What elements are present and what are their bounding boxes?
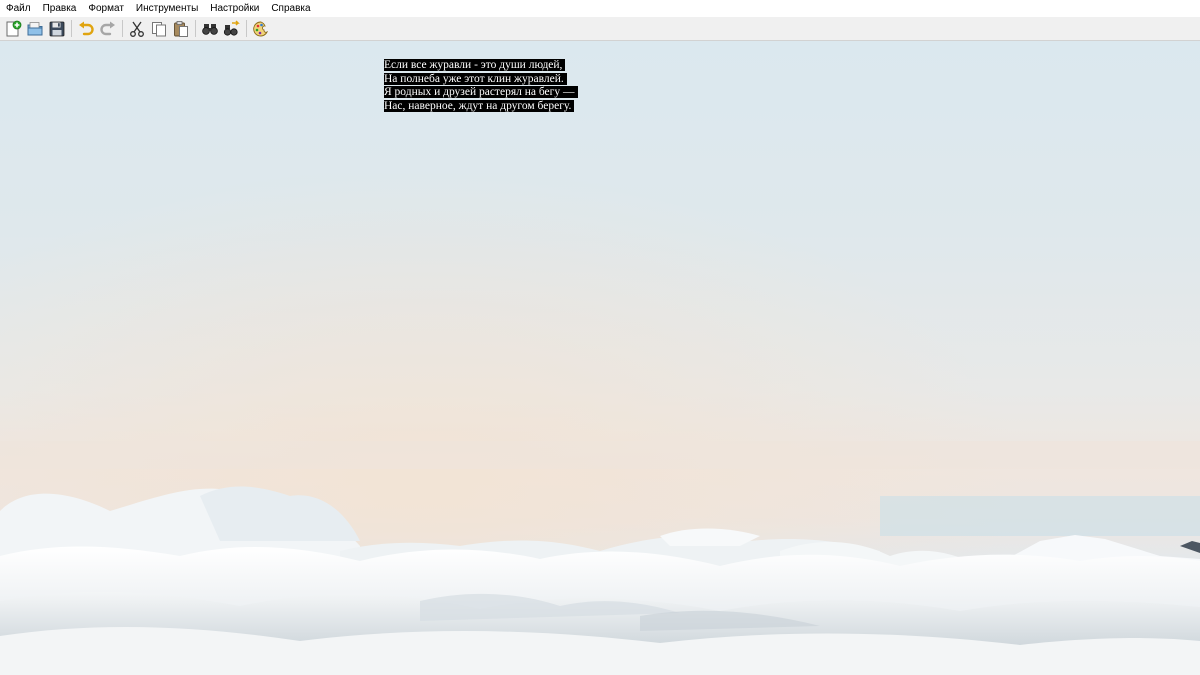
copy-icon <box>152 21 166 36</box>
toolbar-separator <box>122 20 123 37</box>
toolbar-separator <box>246 20 247 37</box>
paste-icon <box>174 20 188 37</box>
undo-icon <box>79 21 94 35</box>
color-palette-button[interactable] <box>250 18 272 40</box>
menu-format[interactable]: Формат <box>82 0 130 17</box>
save-icon <box>49 21 65 36</box>
text-line: Если все журавли - это души людей, <box>384 59 578 73</box>
copy-button[interactable] <box>148 18 170 40</box>
cut-icon <box>130 21 144 37</box>
menu-tools[interactable]: Инструменты <box>130 0 204 17</box>
save-button[interactable] <box>46 18 68 40</box>
find-icon <box>202 23 218 35</box>
menu-settings[interactable]: Настройки <box>204 0 265 17</box>
editor-canvas[interactable]: Если все журавли - это души людей, На по… <box>0 41 1200 675</box>
menu-bar: Файл Правка Формат Инструменты Настройки… <box>0 0 1200 17</box>
new-document-button[interactable] <box>2 18 24 40</box>
selected-text[interactable]: Нас, наверное, ждут на другом берегу. <box>384 99 575 112</box>
redo-icon <box>100 21 115 35</box>
application-window: Файл Правка Формат Инструменты Настройки… <box>0 0 1200 675</box>
toolbar-separator <box>195 20 196 37</box>
selected-text[interactable]: Я родных и друзей растерял на бегу — <box>384 86 578 99</box>
text-line: Я родных и друзей растерял на бегу — <box>384 86 578 100</box>
replace-button[interactable] <box>221 18 243 40</box>
color-palette-icon <box>253 21 269 36</box>
toolbar <box>0 17 1200 41</box>
menu-file[interactable]: Файл <box>0 0 37 17</box>
selected-text[interactable]: Если все журавли - это души людей, <box>384 59 566 71</box>
redo-button[interactable] <box>97 18 119 40</box>
replace-icon <box>223 19 240 36</box>
undo-button[interactable] <box>75 18 97 40</box>
open-file-icon <box>27 21 43 35</box>
open-file-button[interactable] <box>24 18 46 40</box>
selected-text[interactable]: На полнеба уже этот клин журавлей. <box>384 72 567 85</box>
text-line: Нас, наверное, ждут на другом берегу. <box>384 99 578 114</box>
cut-button[interactable] <box>126 18 148 40</box>
toolbar-separator <box>71 20 72 37</box>
menu-help[interactable]: Справка <box>265 0 316 17</box>
new-document-icon <box>6 20 22 36</box>
background-clouds-image <box>0 41 1200 675</box>
document-text[interactable]: Если все журавли - это души людей, На по… <box>384 59 578 113</box>
text-line: На полнеба уже этот клин журавлей. <box>384 72 578 87</box>
find-button[interactable] <box>199 18 221 40</box>
paste-button[interactable] <box>170 18 192 40</box>
menu-edit[interactable]: Правка <box>37 0 83 17</box>
